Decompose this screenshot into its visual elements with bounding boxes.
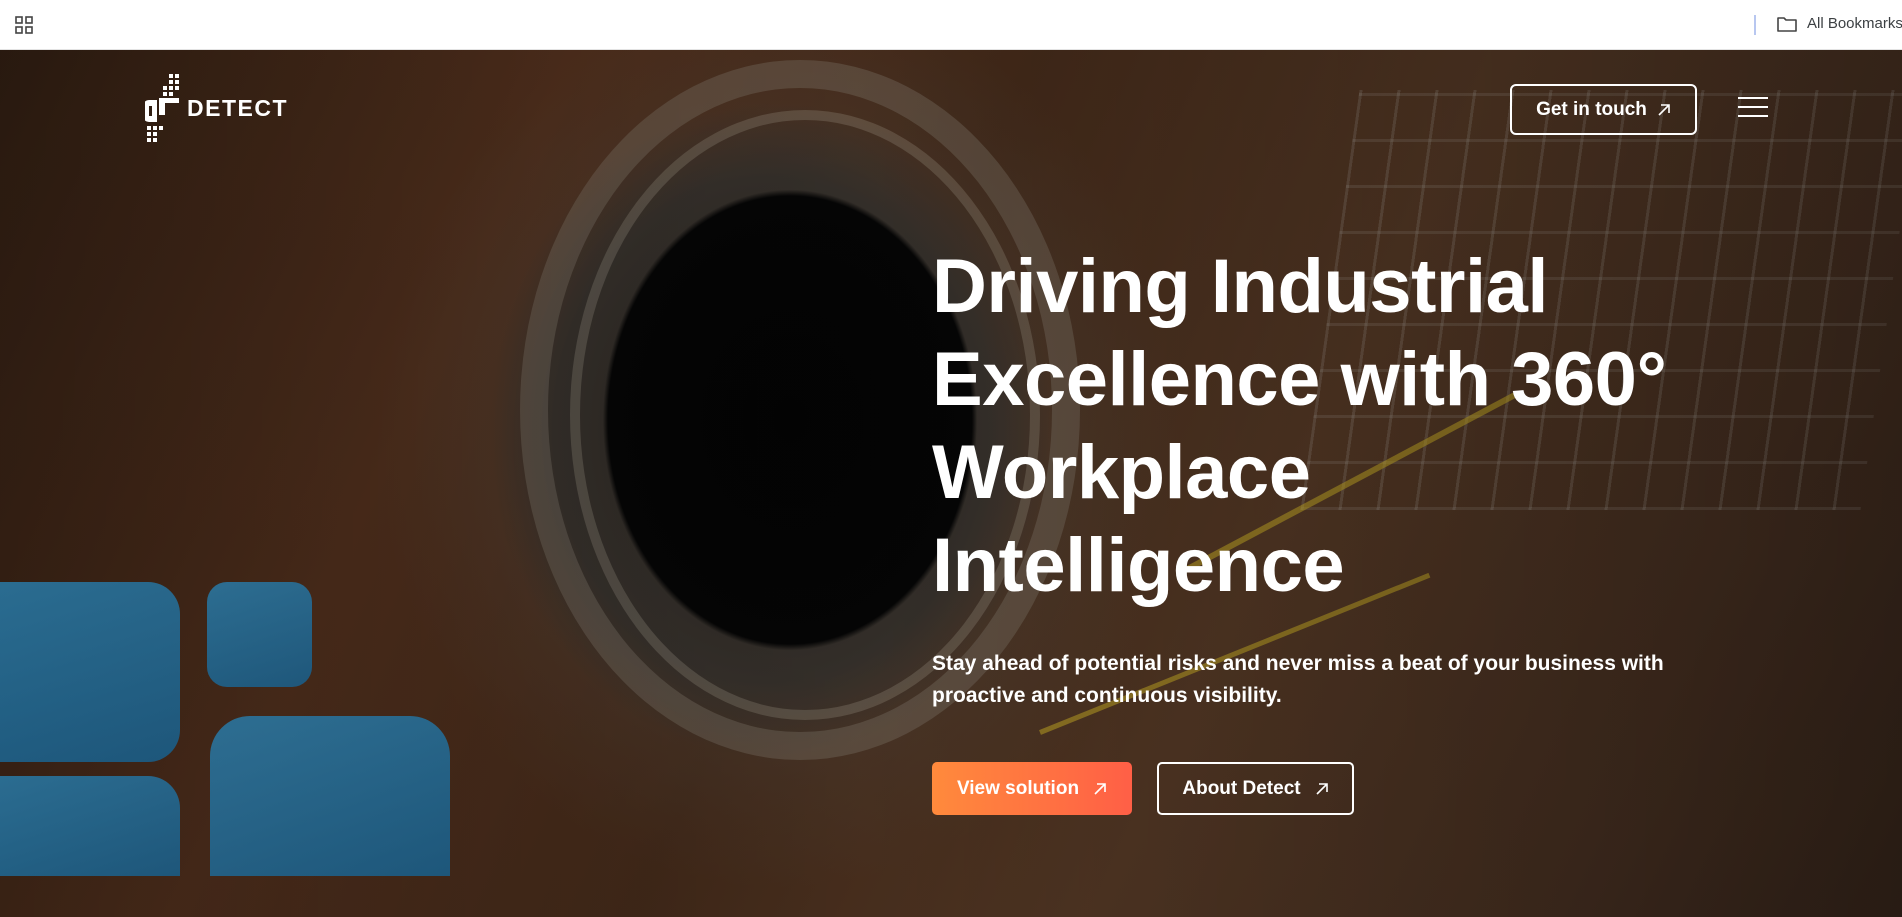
decorative-tile bbox=[207, 582, 312, 687]
folder-icon[interactable] bbox=[1776, 14, 1798, 34]
hero-subtitle-line: proactive and continuous visibility. bbox=[932, 684, 1282, 707]
view-solution-label: View solution bbox=[956, 777, 1080, 799]
detect-logo-icon bbox=[145, 74, 179, 142]
hero-title-line: Workplace bbox=[932, 430, 1311, 515]
about-detect-label: About Detect bbox=[1182, 777, 1301, 799]
hero-title: Driving Industrial Excellence with 360° … bbox=[932, 240, 1732, 612]
arrow-up-right-icon bbox=[1094, 782, 1106, 795]
get-in-touch-button[interactable]: Get in touch bbox=[1510, 84, 1697, 135]
decorative-tile bbox=[0, 582, 180, 762]
hamburger-menu-icon[interactable] bbox=[1738, 97, 1768, 119]
arrow-up-right-icon bbox=[1316, 782, 1328, 795]
decorative-tile bbox=[0, 776, 180, 876]
hero-subtitle-line: Stay ahead of potential risks and never … bbox=[932, 652, 1664, 675]
bookmarks-bar: All Bookmarks bbox=[0, 0, 1902, 50]
decorative-tile bbox=[210, 716, 450, 876]
logo-text: DETECT bbox=[187, 94, 288, 121]
hero-title-line: Excellence with 360° bbox=[932, 337, 1667, 422]
view-solution-button[interactable]: View solution bbox=[932, 762, 1132, 815]
site-logo[interactable]: DETECT bbox=[145, 72, 288, 144]
apps-grid-icon[interactable] bbox=[14, 15, 34, 35]
bookmarks-separator bbox=[1754, 15, 1756, 35]
hero-subtitle: Stay ahead of potential risks and never … bbox=[932, 648, 1672, 712]
all-bookmarks-link[interactable]: All Bookmarks bbox=[1807, 15, 1902, 32]
get-in-touch-label: Get in touch bbox=[1536, 98, 1647, 120]
hero-title-line: Intelligence bbox=[932, 523, 1345, 608]
about-detect-button[interactable]: About Detect bbox=[1157, 762, 1354, 815]
arrow-up-right-icon bbox=[1658, 103, 1670, 116]
hero-title-line: Driving Industrial bbox=[932, 244, 1548, 329]
